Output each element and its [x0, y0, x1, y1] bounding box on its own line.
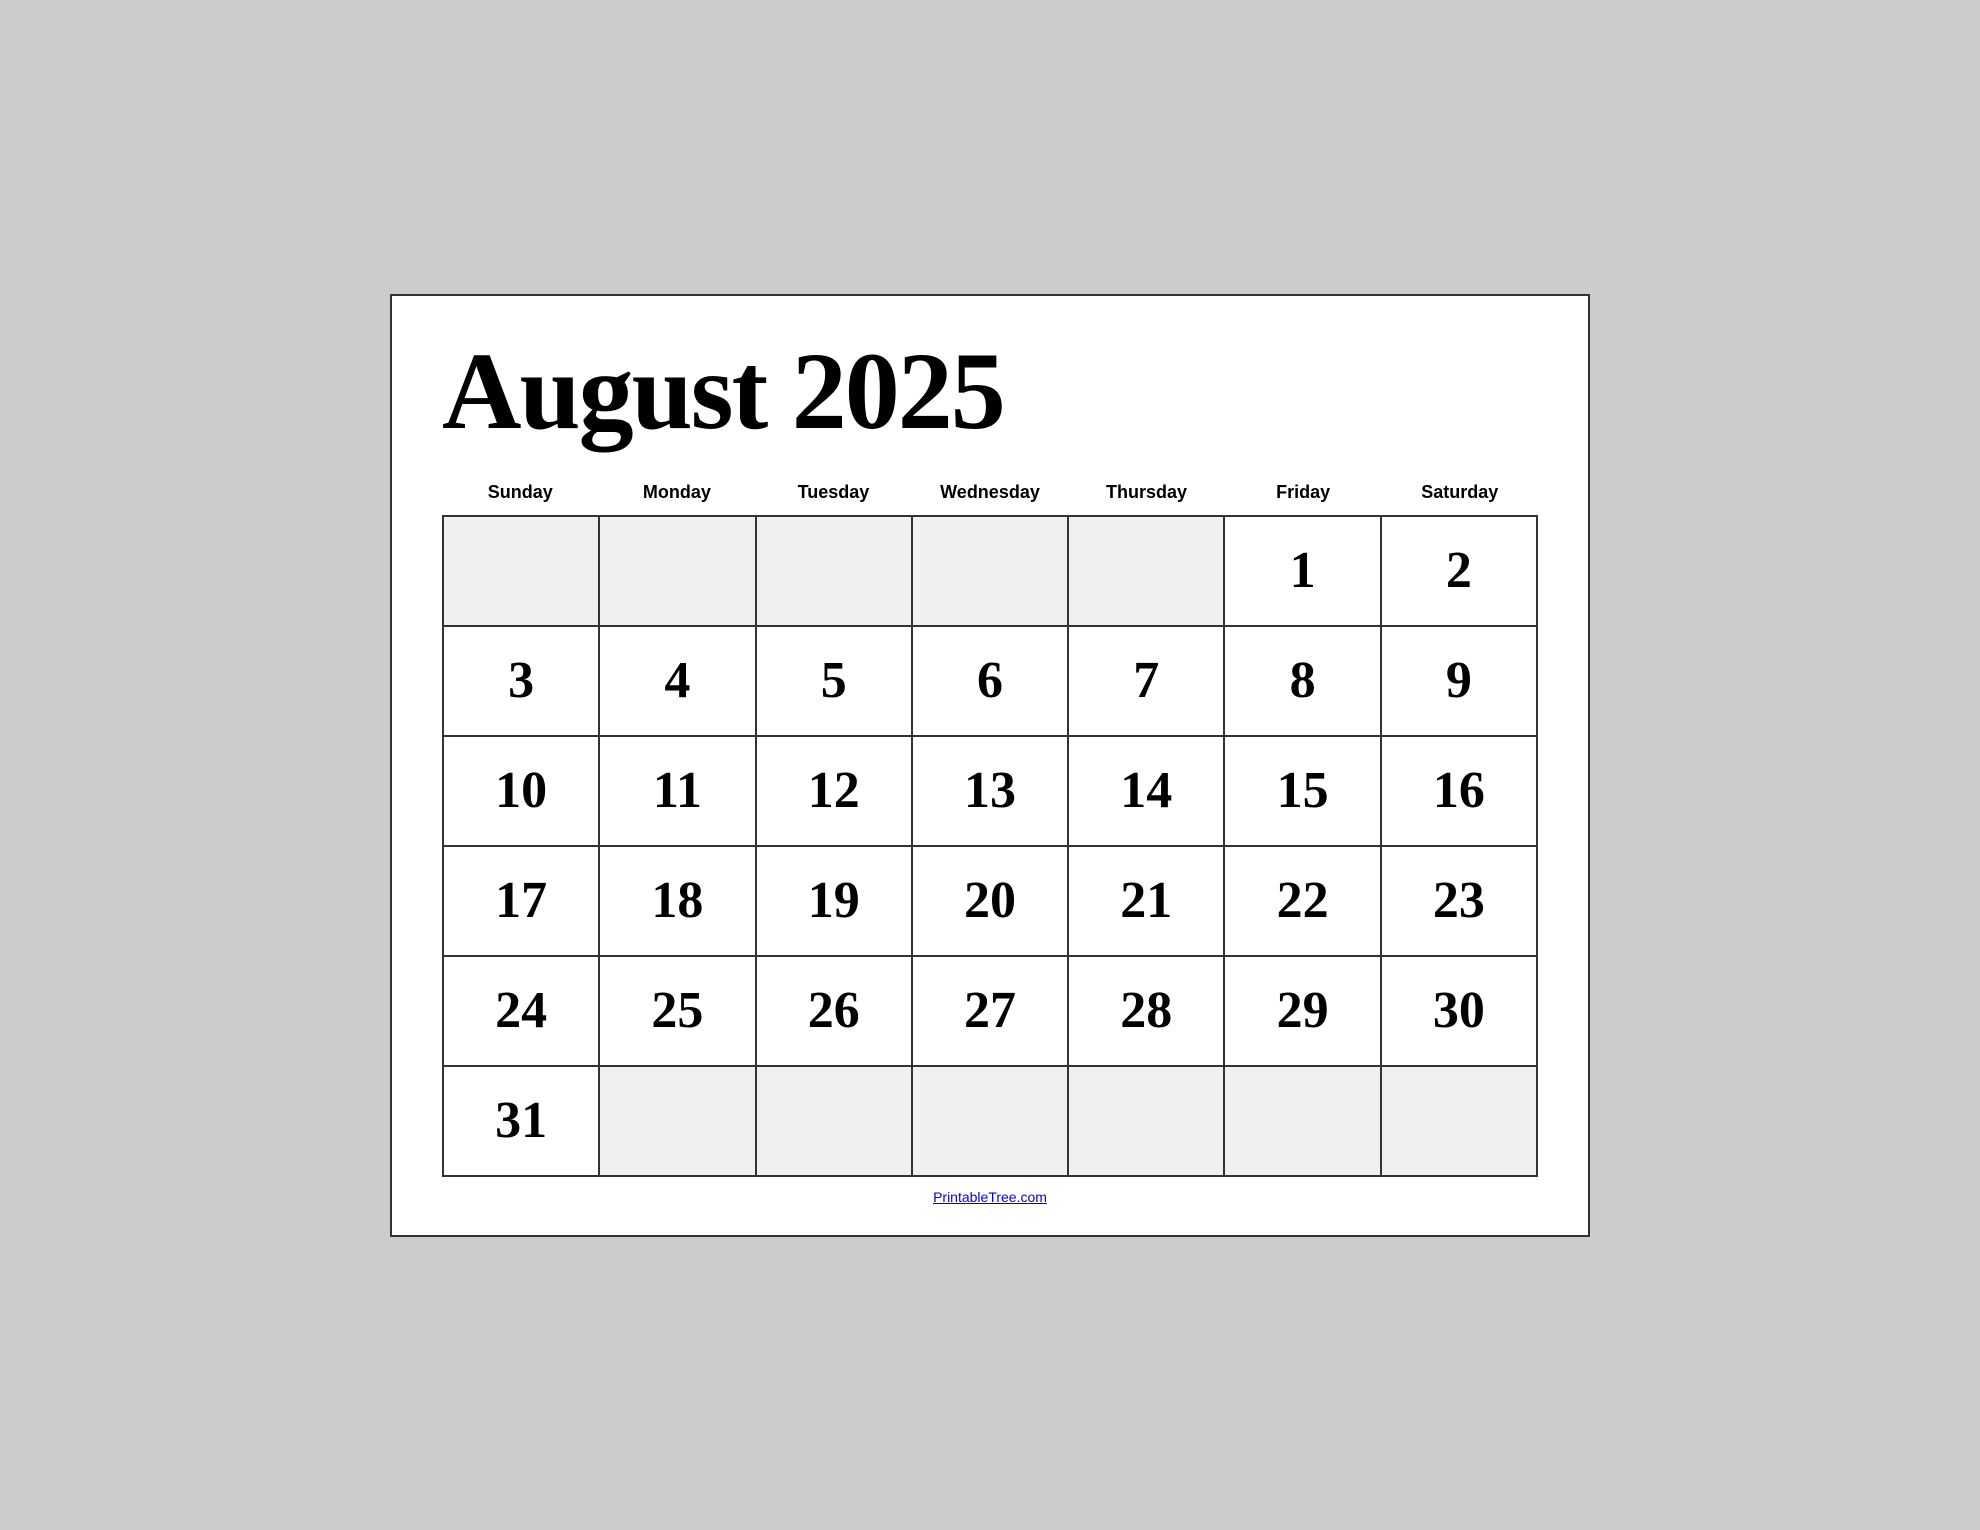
calendar-cell-empty — [600, 517, 756, 627]
calendar-cell-day-11: 11 — [600, 737, 756, 847]
calendar-grid-wrapper: SundayMondayTuesdayWednesdayThursdayFrid… — [442, 476, 1538, 1177]
calendar-cell-day-4: 4 — [600, 627, 756, 737]
calendar-cell-day-22: 22 — [1225, 847, 1381, 957]
day-header-thursday: Thursday — [1068, 476, 1225, 509]
calendar-cell-empty — [1225, 1067, 1381, 1177]
date-number: 2 — [1446, 541, 1472, 600]
calendar-cell-day-5: 5 — [757, 627, 913, 737]
footer-link[interactable]: PrintableTree.com — [933, 1189, 1047, 1205]
calendar-cell-day-19: 19 — [757, 847, 913, 957]
date-number: 6 — [977, 651, 1003, 710]
date-number: 16 — [1433, 761, 1485, 820]
calendar-cell-day-10: 10 — [444, 737, 600, 847]
calendar-cell-day-21: 21 — [1069, 847, 1225, 957]
date-number: 7 — [1133, 651, 1159, 710]
calendar-cell-day-1: 1 — [1225, 517, 1381, 627]
day-header-wednesday: Wednesday — [912, 476, 1069, 509]
date-number: 20 — [964, 871, 1016, 930]
calendar-cell-day-20: 20 — [913, 847, 1069, 957]
date-number: 13 — [964, 761, 1016, 820]
day-header-friday: Friday — [1225, 476, 1382, 509]
date-number: 31 — [495, 1091, 547, 1150]
date-number: 18 — [651, 871, 703, 930]
calendar-cell-day-2: 2 — [1382, 517, 1538, 627]
calendar-cell-day-8: 8 — [1225, 627, 1381, 737]
date-number: 21 — [1120, 871, 1172, 930]
date-number: 24 — [495, 981, 547, 1040]
date-number: 23 — [1433, 871, 1485, 930]
calendar-cell-day-16: 16 — [1382, 737, 1538, 847]
day-headers: SundayMondayTuesdayWednesdayThursdayFrid… — [442, 476, 1538, 509]
calendar-cell-day-15: 15 — [1225, 737, 1381, 847]
date-number: 11 — [653, 761, 702, 820]
calendar-cell-day-30: 30 — [1382, 957, 1538, 1067]
calendar-cell-day-14: 14 — [1069, 737, 1225, 847]
calendar-cell-empty — [1069, 1067, 1225, 1177]
date-number: 15 — [1277, 761, 1329, 820]
calendar-cell-day-27: 27 — [913, 957, 1069, 1067]
calendar-cell-day-25: 25 — [600, 957, 756, 1067]
calendar-cell-day-13: 13 — [913, 737, 1069, 847]
calendar-grid: 1234567891011121314151617181920212223242… — [442, 515, 1538, 1177]
day-header-monday: Monday — [599, 476, 756, 509]
calendar-cell-day-18: 18 — [600, 847, 756, 957]
date-number: 25 — [651, 981, 703, 1040]
date-number: 4 — [664, 651, 690, 710]
calendar-cell-empty — [1069, 517, 1225, 627]
calendar-cell-day-29: 29 — [1225, 957, 1381, 1067]
calendar-cell-empty — [757, 517, 913, 627]
date-number: 22 — [1277, 871, 1329, 930]
date-number: 12 — [808, 761, 860, 820]
date-number: 1 — [1290, 541, 1316, 600]
calendar-cell-day-31: 31 — [444, 1067, 600, 1177]
date-number: 19 — [808, 871, 860, 930]
calendar-cell-day-9: 9 — [1382, 627, 1538, 737]
calendar-title: August 2025 — [442, 336, 1538, 446]
day-header-sunday: Sunday — [442, 476, 599, 509]
date-number: 27 — [964, 981, 1016, 1040]
calendar-cell-day-3: 3 — [444, 627, 600, 737]
date-number: 28 — [1120, 981, 1172, 1040]
date-number: 5 — [821, 651, 847, 710]
calendar-cell-day-17: 17 — [444, 847, 600, 957]
calendar-footer[interactable]: PrintableTree.com — [442, 1189, 1538, 1205]
calendar-cell-day-7: 7 — [1069, 627, 1225, 737]
calendar-page: August 2025 SundayMondayTuesdayWednesday… — [390, 294, 1590, 1237]
day-header-saturday: Saturday — [1381, 476, 1538, 509]
calendar-cell-day-28: 28 — [1069, 957, 1225, 1067]
calendar-cell-empty — [913, 517, 1069, 627]
date-number: 17 — [495, 871, 547, 930]
date-number: 3 — [508, 651, 534, 710]
calendar-cell-day-26: 26 — [757, 957, 913, 1067]
date-number: 8 — [1290, 651, 1316, 710]
calendar-cell-day-12: 12 — [757, 737, 913, 847]
date-number: 30 — [1433, 981, 1485, 1040]
calendar-cell-empty — [600, 1067, 756, 1177]
date-number: 9 — [1446, 651, 1472, 710]
calendar-cell-empty — [444, 517, 600, 627]
calendar-cell-day-6: 6 — [913, 627, 1069, 737]
date-number: 26 — [808, 981, 860, 1040]
date-number: 14 — [1120, 761, 1172, 820]
calendar-cell-empty — [913, 1067, 1069, 1177]
date-number: 10 — [495, 761, 547, 820]
date-number: 29 — [1277, 981, 1329, 1040]
calendar-cell-day-23: 23 — [1382, 847, 1538, 957]
calendar-cell-empty — [1382, 1067, 1538, 1177]
day-header-tuesday: Tuesday — [755, 476, 912, 509]
calendar-cell-day-24: 24 — [444, 957, 600, 1067]
calendar-cell-empty — [757, 1067, 913, 1177]
